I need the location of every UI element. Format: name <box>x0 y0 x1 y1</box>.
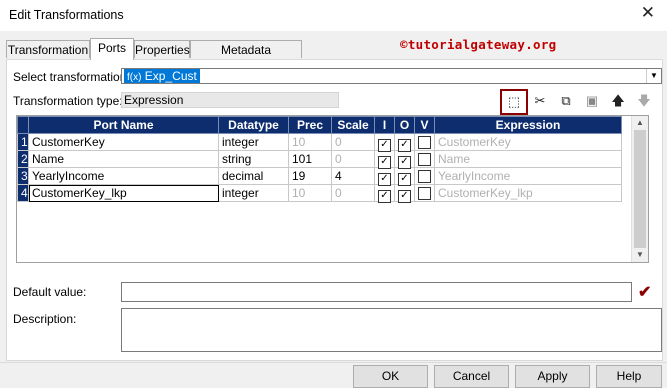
window-title: Edit Transformations <box>9 8 124 22</box>
column-header-prec[interactable]: Prec <box>288 116 332 134</box>
column-header-port-name[interactable]: Port Name <box>28 116 219 134</box>
cut-icon[interactable]: ✂ <box>530 91 550 111</box>
input-checkbox[interactable]: ✓ <box>378 156 391 169</box>
watermark: ©tutorialgateway.org <box>400 37 557 52</box>
variable-checkbox[interactable] <box>418 153 431 166</box>
table-row[interactable]: 3 YearlyIncome decimal 19 4 ✓ ✓ YearlyIn… <box>17 167 622 186</box>
ok-button[interactable]: OK <box>353 365 428 388</box>
column-header-variable[interactable]: V <box>414 116 435 134</box>
variable-checkbox[interactable] <box>418 136 431 149</box>
prec-cell[interactable]: 10 <box>288 184 332 202</box>
tab-ports[interactable]: Ports <box>90 38 134 60</box>
input-checkbox[interactable]: ✓ <box>378 190 391 203</box>
port-name-cell[interactable]: Name <box>28 150 219 168</box>
ports-table: Port Name Datatype Prec Scale I O V Expr… <box>17 116 622 203</box>
row-number[interactable]: 2 <box>17 150 29 168</box>
row-number[interactable]: 3 <box>17 167 29 185</box>
move-down-icon[interactable]: 🡇 <box>634 91 654 111</box>
footer-divider <box>0 362 667 363</box>
output-checkbox[interactable]: ✓ <box>398 139 411 152</box>
port-name-cell[interactable]: YearlyIncome <box>28 167 219 185</box>
tab-transformation[interactable]: Transformation <box>6 40 90 58</box>
variable-checkbox-cell[interactable] <box>414 150 435 168</box>
select-transformation-dropdown[interactable]: f(x) Exp_Cust ▼ <box>121 68 662 84</box>
function-icon: f(x) <box>127 72 142 83</box>
input-checkbox-cell[interactable]: ✓ <box>374 133 395 152</box>
scale-cell[interactable]: 0 <box>331 150 375 168</box>
new-port-icon[interactable]: ⬚ <box>500 89 528 115</box>
scroll-up-icon[interactable]: ▲ <box>632 116 648 130</box>
input-checkbox[interactable]: ✓ <box>378 139 391 152</box>
expression-cell[interactable]: CustomerKey <box>434 133 622 151</box>
apply-button[interactable]: Apply <box>515 365 590 388</box>
table-row[interactable]: 2 Name string 101 0 ✓ ✓ Name <box>17 150 622 169</box>
output-checkbox-cell[interactable]: ✓ <box>394 184 415 203</box>
column-header-scale[interactable]: Scale <box>331 116 375 134</box>
port-name-cell[interactable]: CustomerKey_lkp <box>28 184 219 202</box>
selected-transformation: f(x) Exp_Cust <box>124 69 200 83</box>
input-checkbox[interactable]: ✓ <box>378 173 391 186</box>
description-label: Description: <box>13 312 77 326</box>
transformation-type-value: Expression <box>121 92 339 108</box>
table-row[interactable]: 1 CustomerKey integer 10 0 ✓ ✓ CustomerK… <box>17 133 622 152</box>
input-checkbox-cell[interactable]: ✓ <box>374 150 395 169</box>
default-value-label: Default value: <box>13 285 87 299</box>
output-checkbox-cell[interactable]: ✓ <box>394 167 415 186</box>
scroll-down-icon[interactable]: ▼ <box>632 248 648 262</box>
tab-properties[interactable]: Properties <box>134 40 190 58</box>
output-checkbox-cell[interactable]: ✓ <box>394 133 415 152</box>
expression-cell[interactable]: YearlyIncome <box>434 167 622 185</box>
transformation-type-label: Transformation type: <box>13 94 123 108</box>
column-header-output[interactable]: O <box>394 116 415 134</box>
expression-cell[interactable]: CustomerKey_lkp <box>434 184 622 202</box>
variable-checkbox-cell[interactable] <box>414 167 435 185</box>
ports-grid: Port Name Datatype Prec Scale I O V Expr… <box>16 115 649 263</box>
prec-cell[interactable]: 101 <box>288 150 332 168</box>
scale-cell[interactable]: 0 <box>331 133 375 151</box>
column-header-expression[interactable]: Expression <box>434 116 622 134</box>
variable-checkbox-cell[interactable] <box>414 184 435 202</box>
scrollbar-thumb[interactable] <box>634 130 646 248</box>
expression-cell[interactable]: Name <box>434 150 622 168</box>
variable-checkbox[interactable] <box>418 187 431 200</box>
column-header-datatype[interactable]: Datatype <box>218 116 289 134</box>
datatype-cell[interactable]: integer <box>218 184 289 202</box>
move-up-icon[interactable]: 🡅 <box>608 91 628 111</box>
output-checkbox[interactable]: ✓ <box>398 173 411 186</box>
scale-cell[interactable]: 4 <box>331 167 375 185</box>
output-checkbox[interactable]: ✓ <box>398 190 411 203</box>
input-checkbox-cell[interactable]: ✓ <box>374 167 395 186</box>
datatype-cell[interactable]: decimal <box>218 167 289 185</box>
grid-scrollbar[interactable]: ▲ ▼ <box>631 116 648 262</box>
close-icon[interactable]: ✕ <box>641 3 655 23</box>
default-value-field[interactable] <box>121 282 632 302</box>
prec-cell[interactable]: 19 <box>288 167 332 185</box>
scale-cell[interactable]: 0 <box>331 184 375 202</box>
table-header-row: Port Name Datatype Prec Scale I O V Expr… <box>17 116 622 134</box>
cancel-button[interactable]: Cancel <box>434 365 509 388</box>
table-row[interactable]: 4 CustomerKey_lkp integer 10 0 ✓ ✓ Custo… <box>17 184 622 203</box>
title-bar: Edit Transformations ✕ <box>0 0 667 31</box>
description-field[interactable] <box>121 308 662 352</box>
chevron-down-icon[interactable]: ▼ <box>646 69 661 83</box>
copy-icon[interactable]: ⧉ <box>556 91 576 111</box>
variable-checkbox[interactable] <box>418 170 431 183</box>
row-number[interactable]: 1 <box>17 133 29 151</box>
paste-icon[interactable]: ▣ <box>582 91 602 111</box>
prec-cell[interactable]: 10 <box>288 133 332 151</box>
output-checkbox-cell[interactable]: ✓ <box>394 150 415 169</box>
input-checkbox-cell[interactable]: ✓ <box>374 184 395 203</box>
column-header-input[interactable]: I <box>374 116 395 134</box>
select-transformation-label: Select transformation: <box>13 70 130 84</box>
help-button[interactable]: Help <box>596 365 662 388</box>
port-name-cell[interactable]: CustomerKey <box>28 133 219 151</box>
output-checkbox[interactable]: ✓ <box>398 156 411 169</box>
row-number[interactable]: 4 <box>17 184 29 202</box>
column-header-number <box>17 116 29 134</box>
tab-metadata-extensions[interactable]: Metadata Extensions <box>190 40 302 75</box>
variable-checkbox-cell[interactable] <box>414 133 435 151</box>
validate-checkmark-icon[interactable]: ✔ <box>638 282 651 302</box>
datatype-cell[interactable]: integer <box>218 133 289 151</box>
datatype-cell[interactable]: string <box>218 150 289 168</box>
